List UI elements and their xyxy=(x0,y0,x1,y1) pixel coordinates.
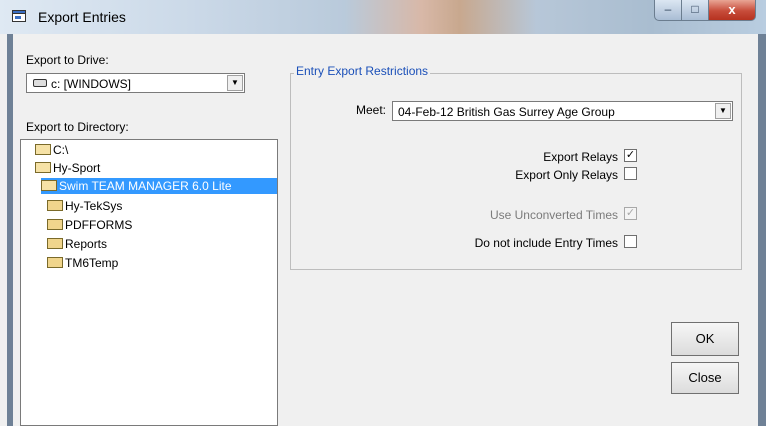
dir-item-label: Hy-TekSys xyxy=(65,199,123,213)
meet-label: Meet: xyxy=(355,103,386,117)
meet-select[interactable]: 04-Feb-12 British Gas Surrey Age Group ▼ xyxy=(392,101,733,121)
no-entry-times-checkbox[interactable] xyxy=(624,235,637,248)
meet-select-value: 04-Feb-12 British Gas Surrey Age Group xyxy=(398,105,615,119)
dir-item-label: TM6Temp xyxy=(65,256,119,270)
dir-item-tm6temp[interactable]: TM6Temp xyxy=(47,255,167,271)
open-folder-icon xyxy=(41,180,57,191)
close-button[interactable]: Close xyxy=(671,362,739,394)
export-only-relays-label: Export Only Relays xyxy=(515,168,618,182)
maximize-button[interactable]: □ xyxy=(681,0,709,21)
dir-item-reports[interactable]: Reports xyxy=(47,236,167,252)
export-only-relays-checkbox[interactable] xyxy=(624,167,637,180)
drive-select[interactable]: c: [WINDOWS] ▼ xyxy=(26,73,245,93)
drive-icon xyxy=(33,79,47,87)
minimize-button[interactable]: – xyxy=(654,0,682,21)
close-window-button[interactable]: x xyxy=(708,0,756,21)
dir-item-label: C:\ xyxy=(53,143,69,157)
folder-icon xyxy=(47,219,63,230)
chevron-down-icon[interactable]: ▼ xyxy=(715,103,731,119)
window-title: Export Entries xyxy=(38,9,126,25)
directory-label: Export to Directory: xyxy=(26,120,129,134)
dir-item-c-root[interactable]: C:\ xyxy=(35,142,115,158)
export-entries-window: Export Entries – □ x Export to Drive: c:… xyxy=(0,0,766,426)
dir-item-label: PDFFORMS xyxy=(65,218,133,232)
dir-item-label: Reports xyxy=(65,237,108,251)
open-folder-icon xyxy=(35,144,51,155)
folder-icon xyxy=(47,257,63,268)
app-icon xyxy=(12,10,26,22)
drive-select-value: c: [WINDOWS] xyxy=(51,77,131,91)
title-bar[interactable]: Export Entries – □ x xyxy=(0,0,766,34)
window-frame-right xyxy=(758,34,766,426)
drive-label: Export to Drive: xyxy=(26,53,109,67)
directory-list[interactable]: C:\ Hy-Sport Swim TEAM MANAGER 6.0 Lite … xyxy=(20,139,278,426)
no-entry-times-label: Do not include Entry Times xyxy=(474,236,618,250)
dir-item-label: Swim TEAM MANAGER 6.0 Lite xyxy=(59,179,232,193)
dir-item-hy-teksys[interactable]: Hy-TekSys xyxy=(47,198,167,214)
dir-item-label: Hy-Sport xyxy=(53,161,101,175)
open-folder-icon xyxy=(35,162,51,173)
chevron-down-icon[interactable]: ▼ xyxy=(227,75,243,91)
use-unconverted-times-checkbox: ✓ xyxy=(624,207,637,220)
group-title: Entry Export Restrictions xyxy=(294,64,431,78)
window-frame-left xyxy=(7,34,13,426)
ok-button[interactable]: OK xyxy=(671,322,739,356)
folder-icon xyxy=(47,200,63,211)
export-relays-label: Export Relays xyxy=(543,150,618,164)
export-relays-checkbox[interactable]: ✓ xyxy=(624,149,637,162)
use-unconverted-times-label: Use Unconverted Times xyxy=(489,208,618,222)
dir-item-swim-team-manager[interactable]: Swim TEAM MANAGER 6.0 Lite xyxy=(41,178,277,194)
dir-item-hy-sport[interactable]: Hy-Sport xyxy=(35,160,155,176)
folder-icon xyxy=(47,238,63,249)
dir-item-pdfforms[interactable]: PDFFORMS xyxy=(47,217,167,233)
